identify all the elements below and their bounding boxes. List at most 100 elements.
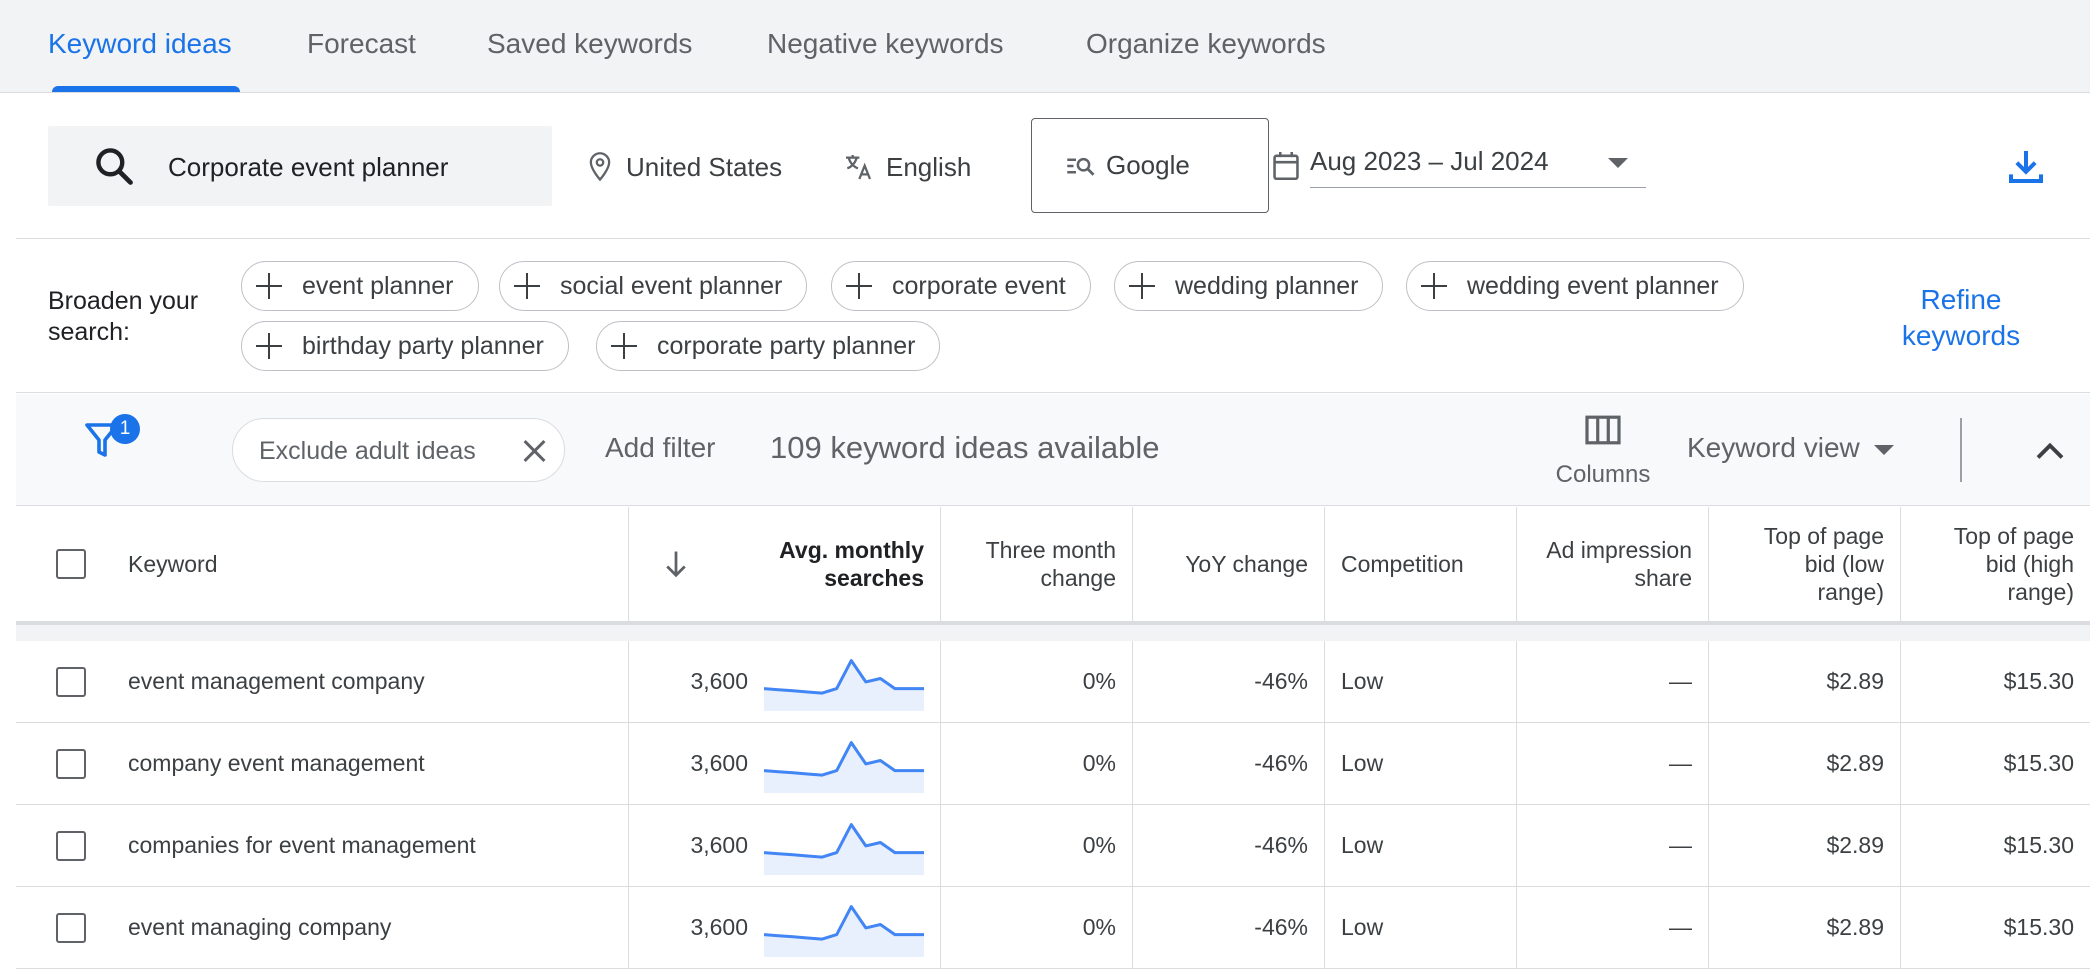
tab-bar: Keyword ideas Forecast Saved keywords Ne…	[0, 0, 2090, 93]
close-icon[interactable]	[520, 437, 548, 465]
keyword-view-dropdown[interactable]: Keyword view	[1687, 432, 1894, 464]
network-label: Google	[1106, 150, 1190, 180]
top-bid-high-cell: $15.30	[1901, 887, 2090, 968]
three-month-change-cell: 0%	[941, 805, 1133, 886]
chip-label: corporate event	[892, 271, 1066, 300]
avg-monthly-value: 3,600	[690, 914, 748, 940]
ad-impression-value: —	[1669, 668, 1692, 694]
broaden-label: Broaden your search:	[48, 287, 199, 346]
plus-icon	[1421, 273, 1447, 299]
competition-cell: Low	[1325, 805, 1517, 886]
keyword-search-field[interactable]: Corporate event planner	[48, 126, 552, 206]
broaden-chip-event-planner[interactable]: event planner	[241, 261, 479, 311]
tab-organize-keywords[interactable]: Organize keywords	[1086, 28, 1326, 60]
yoy-change-header[interactable]: YoY change	[1133, 507, 1325, 621]
avg-monthly-searches-cell: 3,600	[629, 805, 941, 886]
divider	[1960, 418, 1962, 482]
refine-keywords-button[interactable]: Refine keywords	[1876, 282, 2046, 354]
top-bid-low-cell: $2.89	[1709, 641, 1901, 722]
location-pin-icon	[589, 152, 611, 182]
add-filter-button[interactable]: Add filter	[605, 432, 716, 464]
row-checkbox[interactable]	[56, 667, 86, 697]
language-selector[interactable]: English	[842, 150, 971, 184]
trend-sparkline[interactable]	[764, 817, 924, 877]
competition-header-label: Competition	[1341, 551, 1464, 577]
keyword-column-header[interactable]: Keyword	[16, 507, 629, 621]
filter-count-badge: 1	[110, 414, 140, 444]
top-bid-high-cell: $15.30	[1901, 641, 2090, 722]
ad-impression-share-cell: —	[1517, 887, 1709, 968]
avg-monthly-searches-header[interactable]: Avg. monthly searches	[629, 507, 941, 621]
ad-impression-value: —	[1669, 914, 1692, 940]
sort-descending-icon[interactable]	[663, 549, 689, 579]
search-network-icon	[1067, 157, 1095, 176]
plus-icon	[256, 273, 282, 299]
table-row[interactable]: companies for event management 3,600 0% -46…	[16, 805, 2090, 887]
tab-saved-keywords[interactable]: Saved keywords	[487, 28, 692, 60]
broaden-chip-corporate-event[interactable]: corporate event	[831, 261, 1091, 311]
search-icon	[96, 148, 133, 185]
top-bid-low-cell: $2.89	[1709, 887, 1901, 968]
competition-value: Low	[1341, 668, 1384, 694]
broaden-chip-social-event-planner[interactable]: social event planner	[499, 261, 808, 311]
chip-label: wedding event planner	[1467, 271, 1719, 300]
ad-impression-value: —	[1669, 832, 1692, 858]
plus-icon	[611, 333, 637, 359]
competition-header[interactable]: Competition	[1325, 507, 1517, 621]
bid-low-value: $2.89	[1826, 832, 1884, 858]
bid-low-value: $2.89	[1826, 914, 1884, 940]
tab-keyword-ideas[interactable]: Keyword ideas	[48, 28, 232, 60]
three-month-change-cell: 0%	[941, 887, 1133, 968]
table-row[interactable]: event managing company 3,600 0% -46% Low — $2.…	[16, 887, 2090, 969]
sparkline-area	[764, 906, 924, 957]
competition-value: Low	[1341, 914, 1384, 940]
trend-sparkline[interactable]	[764, 735, 924, 795]
competition-cell: Low	[1325, 723, 1517, 804]
bid-high-value: $15.30	[2003, 832, 2074, 858]
tab-negative-keywords[interactable]: Negative keywords	[767, 28, 1004, 60]
table-row[interactable]: company event management 3,600 0% -46% Low — $…	[16, 723, 2090, 805]
network-selector[interactable]: Google	[1031, 118, 1269, 213]
bid-high-header-label: Top of page bid (high range)	[1953, 523, 2074, 605]
active-tab-indicator	[52, 86, 240, 92]
download-icon[interactable]	[2006, 146, 2046, 186]
broaden-chip-birthday-party-planner[interactable]: birthday party planner	[241, 321, 569, 371]
trend-sparkline[interactable]	[764, 653, 924, 713]
table-row[interactable]: event management company 3,600 0% -46% Low — $…	[16, 641, 2090, 723]
chip-label: birthday party planner	[302, 331, 544, 360]
avg-monthly-value: 3,600	[690, 668, 748, 694]
top-bid-high-cell: $15.30	[1901, 723, 2090, 804]
top-bid-low-header[interactable]: Top of page bid (low range)	[1709, 507, 1901, 621]
columns-label: Columns	[1555, 461, 1651, 488]
keyword-header-label: Keyword	[128, 551, 218, 577]
dropdown-arrow-icon	[1873, 444, 1894, 455]
chevron-up-icon[interactable]	[2032, 434, 2068, 466]
row-checkbox[interactable]	[56, 913, 86, 943]
filter-bar: 1 Exclude adult ideas Add filter 109 key…	[16, 394, 2090, 506]
calendar-icon	[1273, 152, 1299, 180]
columns-button[interactable]: Columns	[1538, 414, 1668, 489]
keyword-cell: companies for event management	[16, 805, 629, 886]
top-bid-high-header[interactable]: Top of page bid (high range)	[1901, 507, 2090, 621]
avg-monthly-value: 3,600	[690, 832, 748, 858]
broaden-chip-wedding-planner[interactable]: wedding planner	[1114, 261, 1384, 311]
select-all-checkbox[interactable]	[56, 549, 86, 579]
ad-impression-share-header[interactable]: Ad impression share	[1517, 507, 1709, 621]
ad-impression-share-cell: —	[1517, 723, 1709, 804]
competition-value: Low	[1341, 832, 1384, 858]
exclude-adult-ideas-chip[interactable]: Exclude adult ideas	[232, 418, 565, 482]
tab-forecast[interactable]: Forecast	[307, 28, 416, 60]
three-month-change-header[interactable]: Three month change	[941, 507, 1133, 621]
row-checkbox[interactable]	[56, 749, 86, 779]
row-checkbox[interactable]	[56, 831, 86, 861]
bid-high-value: $15.30	[2003, 914, 2074, 940]
broaden-chip-corporate-party-planner[interactable]: corporate party planner	[596, 321, 941, 371]
avg-monthly-searches-cell: 3,600	[629, 887, 941, 968]
broaden-chip-wedding-event-planner[interactable]: wedding event planner	[1406, 261, 1744, 311]
avg-monthly-searches-cell: 3,600	[629, 641, 941, 722]
date-range-selector[interactable]: Aug 2023 – Jul 2024	[1310, 146, 1646, 188]
location-selector[interactable]: United States	[586, 150, 782, 184]
chip-label: event planner	[302, 271, 454, 300]
yoy-change-cell: -46%	[1133, 805, 1325, 886]
trend-sparkline[interactable]	[764, 899, 924, 959]
